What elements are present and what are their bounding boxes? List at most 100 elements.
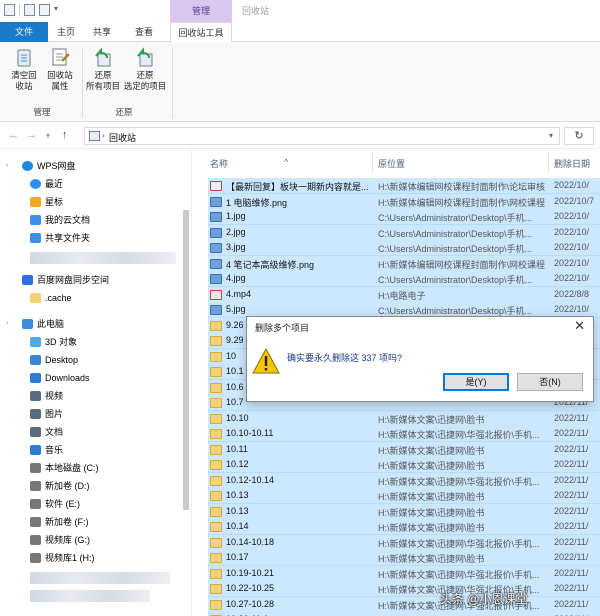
yes-button[interactable]: 是(Y) xyxy=(443,373,509,391)
row-location: H:\新媒体编辑网校课程封面制作\网校课程 xyxy=(378,259,546,270)
recent-locations-chevron-icon[interactable]: ▾ xyxy=(46,131,50,140)
collapse-chevron-icon[interactable]: › xyxy=(6,320,8,327)
nav-item-videos[interactable]: 视频 xyxy=(30,388,63,404)
column-header-date[interactable]: 删除日期 xyxy=(554,157,590,170)
expand-chevron-icon[interactable]: › xyxy=(6,162,8,169)
row-date: 2022/11/ xyxy=(554,521,589,531)
row-date: 2022/11/ xyxy=(554,567,589,578)
table-row[interactable]: 10.12 H:\新媒体文案\迅捷网\脸书 2022/11/ xyxy=(208,457,600,473)
recycle-bin-icon xyxy=(4,4,15,16)
table-row[interactable]: 4.mp4 H:\电路电子 2022/8/8 xyxy=(208,286,600,303)
tab-home[interactable]: 主页 xyxy=(48,22,84,42)
nav-item-3d-objects[interactable]: 3D 对象 xyxy=(30,334,77,350)
nav-item-desktop[interactable]: Desktop xyxy=(30,352,78,368)
table-row[interactable]: 10.10 H:\新媒体文案\迅捷网\脸书 2022/11/ xyxy=(208,410,600,427)
nav-item-my-cloud-docs[interactable]: 我的云文档 xyxy=(30,212,90,228)
column-header-location[interactable]: 原位置 xyxy=(378,157,405,170)
nav-item-drive-d[interactable]: 新加卷 (D:) xyxy=(30,478,90,494)
table-row[interactable]: 10.11 H:\新媒体文案\迅捷网\脸书 2022/11/ xyxy=(208,441,600,458)
nav-item-drive-e[interactable]: 软件 (E:) xyxy=(30,496,80,512)
row-date: 2022/11/ xyxy=(554,505,589,516)
table-row[interactable]: 10.12-10.14 H:\新媒体文案\迅捷网\华强北报价\手机... 2022/… xyxy=(208,472,600,489)
nav-item-downloads[interactable]: Downloads xyxy=(30,370,90,386)
row-date: 2022/11/ xyxy=(554,474,589,485)
table-row[interactable]: 4 笔记本高级维修.png H:\新媒体编辑网校课程封面制作\网校课程 2022/1… xyxy=(208,255,600,272)
table-row[interactable]: 10.13 H:\新媒体文案\迅捷网\脸书 2022/11/ xyxy=(208,503,600,520)
column-divider[interactable] xyxy=(372,152,373,172)
restore-selected-items-button[interactable]: 还原 选定的项目 xyxy=(120,46,170,92)
nav-item-drive-f[interactable]: 新加卷 (F:) xyxy=(30,514,89,530)
table-row[interactable]: 【最新回复】板块一期新内容就是... H:\新媒体编辑网校课程封面制作\论坛审核 2… xyxy=(208,178,600,194)
empty-recycle-bin-button[interactable]: 清空回 收站 xyxy=(4,46,44,92)
nav-item-shared-folder[interactable]: 共享文件夹 xyxy=(30,230,90,246)
forward-arrow-icon[interactable]: → xyxy=(26,129,37,141)
table-row[interactable]: 10.27-10.28 H:\新媒体文案\迅捷网\华强北报价\手机... 2022/… xyxy=(208,596,600,613)
column-divider[interactable] xyxy=(548,152,549,172)
refresh-button[interactable]: ↻ xyxy=(564,127,594,145)
nav-scrollbar-thumb[interactable] xyxy=(183,210,189,510)
properties-label-1: 回收站 xyxy=(47,70,73,80)
tab-file[interactable]: 文件 xyxy=(0,22,48,42)
table-row[interactable]: 10.22-10.25 H:\新媒体文案\迅捷网\华强北报价\手机... 2022/… xyxy=(208,581,600,597)
table-row[interactable]: 2.jpg C:\Users\Administrator\Desktop\手机..… xyxy=(208,224,600,241)
properties-icon xyxy=(52,48,70,66)
chevron-down-icon[interactable]: ▾ xyxy=(54,4,62,16)
new-folder-icon[interactable] xyxy=(39,4,50,16)
sort-ascending-icon: ^ xyxy=(284,157,289,167)
title-bar: ▾ 管理 回收站 xyxy=(0,0,600,22)
table-row[interactable]: 3.jpg C:\Users\Administrator\Desktop\手机..… xyxy=(208,240,600,256)
nav-scrollbar[interactable] xyxy=(182,150,190,616)
recycle-bin-properties-button[interactable]: 回收站 属性 xyxy=(40,46,80,92)
properties-icon[interactable] xyxy=(24,4,35,16)
nav-item-pictures[interactable]: 图片 xyxy=(30,406,63,422)
nav-item-drive-g[interactable]: 视频库 (G:) xyxy=(30,532,90,548)
table-row[interactable]: 10.13 H:\新媒体文案\迅捷网\脸书 2022/11/ xyxy=(208,488,600,504)
table-row[interactable]: 10.19-10.21 H:\新媒体文案\迅捷网\华强北报价\手机... 2022/… xyxy=(208,565,600,582)
nav-item-label: Downloads xyxy=(45,373,90,383)
column-header-name[interactable]: 名称 xyxy=(210,157,228,170)
row-location: C:\Users\Administrator\Desktop\手机... xyxy=(378,275,533,285)
nav-item-documents[interactable]: 文档 xyxy=(30,424,63,440)
row-location: H:\新媒体编辑网校课程封面制作\网校课程 xyxy=(378,197,546,208)
row-location: H:\新媒体文案\迅捷网\华强北报价\手机... xyxy=(378,538,540,549)
table-row[interactable]: 10.10-10.11 H:\新媒体文案\迅捷网\华强北报价\手机... 2022/… xyxy=(208,426,600,442)
nav-item-this-pc[interactable]: 此电脑 xyxy=(22,316,64,332)
nav-item-cache[interactable]: .cache xyxy=(30,290,72,306)
toolbar-divider xyxy=(19,4,20,16)
address-box[interactable]: › 回收站 ▾ xyxy=(84,127,560,145)
close-icon[interactable]: ✕ xyxy=(574,318,585,334)
row-name: 3.jpg xyxy=(226,242,246,252)
up-arrow-icon[interactable]: ↑ xyxy=(62,129,68,141)
no-button[interactable]: 否(N) xyxy=(517,373,583,391)
breadcrumb-recycle-bin[interactable]: 回收站 xyxy=(109,131,136,144)
recycle-bin-icon xyxy=(89,131,100,141)
table-row[interactable]: 10.14-10.18 H:\新媒体文案\迅捷网\华强北报价\手机... 2022/… xyxy=(208,534,600,551)
table-row[interactable]: 10.14 H:\新媒体文案\迅捷网\脸书 2022/11/ xyxy=(208,519,600,535)
nav-item-music[interactable]: 音乐 xyxy=(30,442,63,458)
nav-item-label: 视频库1 (H:) xyxy=(45,553,95,563)
breadcrumb-chevron-icon[interactable]: › xyxy=(102,131,105,140)
back-arrow-icon[interactable]: ← xyxy=(8,129,19,141)
nav-item-drive-c[interactable]: 本地磁盘 (C:) xyxy=(30,460,99,476)
tab-view[interactable]: 查看 xyxy=(124,22,164,42)
row-location: H:\新媒体文案\迅捷网\华强北报价\手机... xyxy=(378,430,540,440)
address-dropdown-icon[interactable]: ▾ xyxy=(549,131,553,140)
ribbon-group-divider xyxy=(172,48,173,118)
row-location: H:\新媒体编辑网校课程封面制作\论坛审核 xyxy=(378,182,546,192)
nav-item-baidu-sync[interactable]: 百度网盘同步空间 xyxy=(22,272,109,288)
nav-item-wps-drive[interactable]: WPS网盘 xyxy=(22,158,76,174)
cloud-doc-icon xyxy=(30,215,41,225)
table-row[interactable]: 4.jpg C:\Users\Administrator\Desktop\手机..… xyxy=(208,271,600,287)
table-row[interactable]: 1 电脑维修.png H:\新媒体编辑网校课程封面制作\网校课程 2022/10/7 xyxy=(208,193,600,210)
nav-item-starred[interactable]: 星标 xyxy=(30,194,63,210)
table-row[interactable]: 10.17 H:\新媒体文案\迅捷网\脸书 2022/11/ xyxy=(208,550,600,566)
table-row[interactable]: 1.jpg C:\Users\Administrator\Desktop\手机..… xyxy=(208,209,600,225)
row-date: 2022/10/ xyxy=(554,242,590,252)
nav-item-drive-h[interactable]: 视频库1 (H:) xyxy=(30,550,95,566)
row-name: 2.jpg xyxy=(226,226,246,237)
tab-share[interactable]: 共享 xyxy=(84,22,120,42)
tab-recycle-bin-tools[interactable]: 回收站工具 xyxy=(170,22,232,43)
table-row[interactable]: 10.30-11.1H:\新媒体文案\迅捷网\华强北报价\手机...2022/1… xyxy=(208,612,600,616)
warning-icon xyxy=(252,347,280,374)
nav-item-recent[interactable]: 最近 xyxy=(30,176,63,192)
